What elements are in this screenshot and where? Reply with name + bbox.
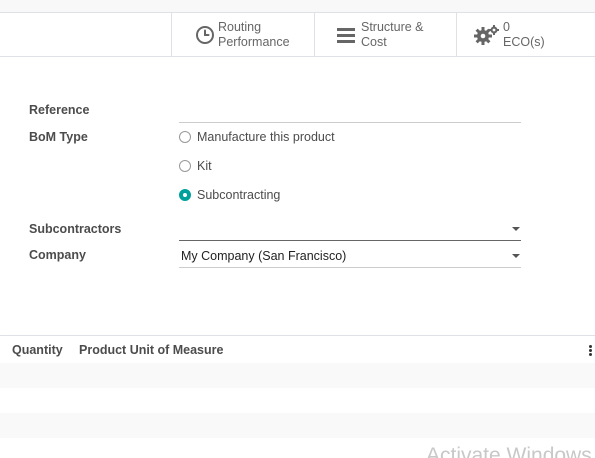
reference-label: Reference (29, 103, 90, 117)
structure-cost-button[interactable]: Structure & Cost (314, 13, 456, 56)
bom-type-kit-radio[interactable]: Kit (179, 159, 212, 173)
table-row (0, 363, 595, 388)
company-select[interactable]: My Company (San Francisco) (179, 247, 521, 267)
routing-performance-button[interactable]: Routing Performance (171, 13, 314, 56)
clock-icon (188, 13, 222, 56)
table-row (0, 388, 595, 413)
radio-label: Kit (197, 159, 212, 173)
radio-label: Manufacture this product (197, 130, 335, 144)
company-underline (179, 267, 521, 268)
top-band (0, 0, 595, 13)
bom-type-label: BoM Type (29, 130, 88, 144)
smart-button-bar: Routing Performance Structure & Cost 0 E… (0, 13, 595, 57)
gears-icon (470, 13, 504, 56)
eco-button[interactable]: 0 ECO(s) (456, 13, 595, 56)
bom-type-subcontracting-radio[interactable]: Subcontracting (179, 188, 280, 202)
bars-icon (329, 13, 363, 56)
table-row (0, 413, 595, 438)
radio-circle-checked[interactable] (179, 189, 191, 201)
optional-columns-icon[interactable] (589, 345, 593, 357)
structure-cost-label: Structure & Cost (361, 20, 424, 49)
subcontractors-select[interactable] (179, 220, 521, 240)
column-header-quantity[interactable]: Quantity (12, 343, 63, 357)
radio-circle[interactable] (179, 131, 191, 143)
company-value: My Company (San Francisco) (181, 249, 347, 263)
eco-label: 0 ECO(s) (503, 20, 545, 49)
column-header-uom[interactable]: Product Unit of Measure (79, 343, 223, 357)
reference-underline (179, 122, 521, 123)
chevron-down-icon[interactable] (512, 254, 520, 258)
radio-circle[interactable] (179, 160, 191, 172)
bom-type-manufacture-radio[interactable]: Manufacture this product (179, 130, 335, 144)
components-table-header: Quantity Product Unit of Measure (0, 335, 595, 363)
radio-label: Subcontracting (197, 188, 281, 202)
activate-windows-watermark: Activate Windows (426, 444, 592, 458)
reference-input[interactable] (179, 104, 521, 122)
subcontractors-label: Subcontractors (29, 222, 122, 236)
routing-performance-label: Routing Performance (218, 20, 290, 49)
chevron-down-icon[interactable] (512, 227, 520, 231)
subcontractors-underline (179, 240, 521, 241)
company-label: Company (29, 248, 86, 262)
